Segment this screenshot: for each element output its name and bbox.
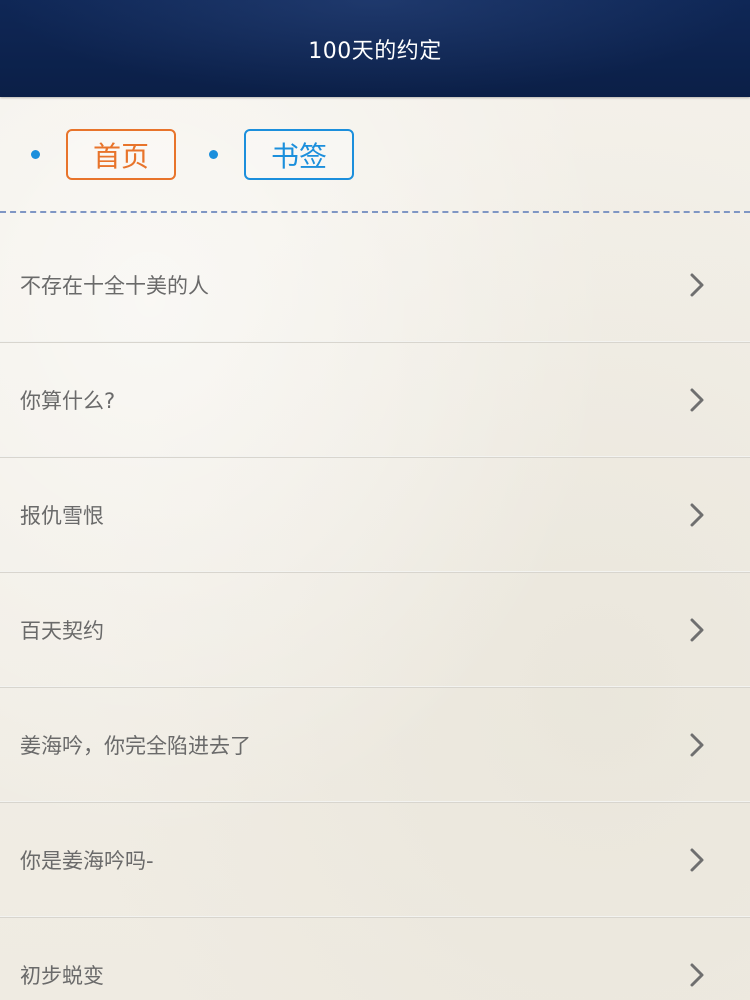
chevron-right-icon bbox=[688, 616, 706, 644]
top-navigation-bar: 100天的约定 bbox=[0, 0, 750, 97]
list-item[interactable]: 不存在十全十美的人 bbox=[0, 228, 750, 343]
list-item[interactable]: 百天契约 bbox=[0, 573, 750, 688]
tab-home[interactable]: 首页 bbox=[31, 129, 176, 180]
dashed-divider bbox=[0, 211, 750, 213]
page-title: 100天的约定 bbox=[308, 38, 442, 64]
chapter-title: 初步蜕变 bbox=[20, 963, 104, 988]
tab-bookmark-label[interactable]: 书签 bbox=[244, 129, 354, 180]
list-item[interactable]: 报仇雪恨 bbox=[0, 458, 750, 573]
bullet-dot-icon bbox=[31, 150, 40, 159]
chapter-list: 不存在十全十美的人 你算什么? 报仇雪恨 百天契约 姜海吟，你完全陷进去了 你是… bbox=[0, 228, 750, 1000]
tab-bar: 首页 书签 bbox=[0, 97, 750, 215]
chevron-right-icon bbox=[688, 386, 706, 414]
chapter-title: 不存在十全十美的人 bbox=[20, 273, 209, 298]
list-item[interactable]: 你是姜海吟吗- bbox=[0, 803, 750, 918]
chapter-title: 你算什么? bbox=[20, 388, 116, 413]
chapter-title: 百天契约 bbox=[20, 618, 104, 643]
chevron-right-icon bbox=[688, 501, 706, 529]
chevron-right-icon bbox=[688, 271, 706, 299]
list-item[interactable]: 姜海吟，你完全陷进去了 bbox=[0, 688, 750, 803]
list-item[interactable]: 初步蜕变 bbox=[0, 918, 750, 1000]
chevron-right-icon bbox=[688, 731, 706, 759]
chapter-title: 报仇雪恨 bbox=[20, 503, 104, 528]
chevron-right-icon bbox=[688, 846, 706, 874]
tab-home-label[interactable]: 首页 bbox=[66, 129, 176, 180]
list-item[interactable]: 你算什么? bbox=[0, 343, 750, 458]
chapter-title: 你是姜海吟吗- bbox=[20, 848, 154, 873]
chapter-title: 姜海吟，你完全陷进去了 bbox=[20, 733, 251, 758]
bullet-dot-icon bbox=[209, 150, 218, 159]
tab-bookmark[interactable]: 书签 bbox=[209, 129, 354, 180]
chevron-right-icon bbox=[688, 961, 706, 989]
app-screen: 100天的约定 首页 书签 不存在十全十美的人 你算什么? 报仇雪恨 百天契约 … bbox=[0, 0, 750, 1000]
